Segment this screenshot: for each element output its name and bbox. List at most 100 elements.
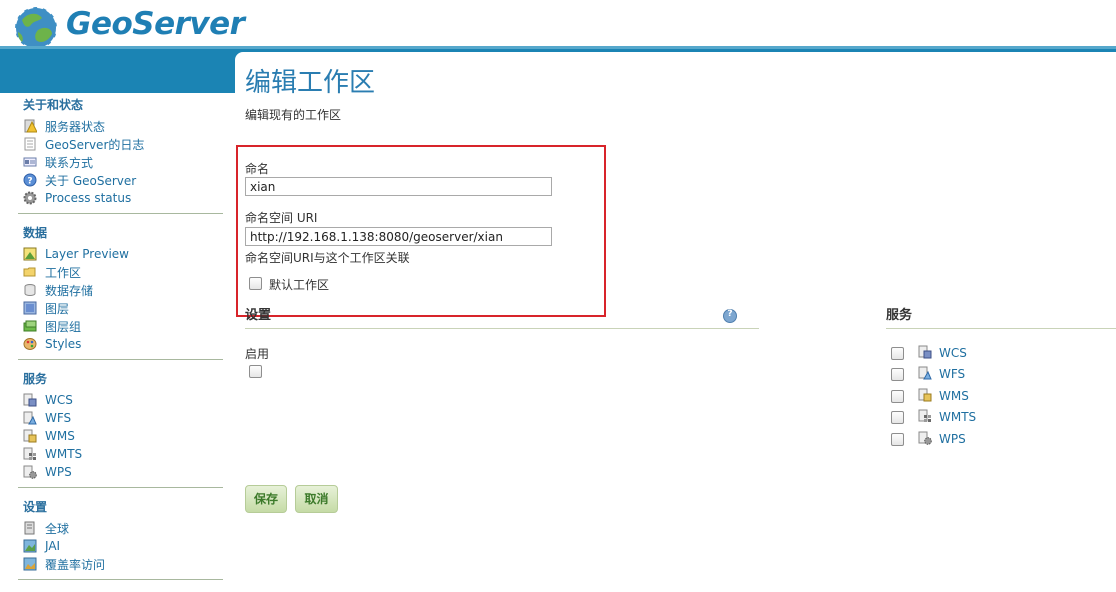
about-icon: ? [23,173,37,187]
sidebar-item-label: 联系方式 [45,155,94,170]
default-workspace-label: 默认工作区 [269,278,330,292]
service-label[interactable]: WFS [939,367,965,381]
sidebar: 关于和状态 服务器状态 GeoServer的日志 联系方式 ? 关于 GeoSe… [18,96,223,590]
wps-icon [918,431,932,445]
name-input[interactable] [245,177,552,196]
uri-help-text: 命名空间URI与这个工作区关联 [245,251,410,265]
contact-icon [23,155,37,169]
services-section-title: 服务 [886,308,1116,329]
wfs-icon [23,411,37,425]
sidebar-item-label: WMTS [45,447,83,461]
service-label[interactable]: WPS [939,432,966,446]
wms-icon [918,388,932,402]
sidebar-item-layer-preview[interactable]: Layer Preview [23,245,223,263]
service-checkbox-wmts[interactable] [891,411,904,424]
sidebar-section-about: 关于和状态 服务器状态 GeoServer的日志 联系方式 ? 关于 GeoSe… [18,96,223,214]
sidebar-item-stores[interactable]: 数据存储 [23,281,223,299]
sidebar-section-services: 服务 WCS WFS WMS WMTS WPS [18,370,223,488]
service-label[interactable]: WMS [939,389,969,403]
sidebar-item-wps[interactable]: WPS [23,463,223,481]
sidebar-section-title: 服务 [23,372,48,386]
sidebar-section-data: 数据 Layer Preview 工作区 数据存储 图层 图层组 Styles [18,224,223,360]
sidebar-section-settings: 设置 全球 JAI 覆盖率访问 [18,498,223,580]
sidebar-item-label: 图层组 [45,319,82,334]
service-row-wps: WPS [891,431,1011,447]
sidebar-item-label: 覆盖率访问 [45,557,106,572]
sidebar-section-title: 设置 [23,500,48,514]
sidebar-section-title: 关于和状态 [23,98,84,112]
settings-section-title-text: 设置 [245,308,272,323]
sidebar-item-label: 图层 [45,301,70,316]
coverage-access-icon [23,557,37,571]
default-workspace-checkbox[interactable] [249,277,262,290]
sidebar-item-label: WCS [45,393,73,407]
sidebar-item-label: JAI [45,539,61,553]
service-checkbox-wfs[interactable] [891,368,904,381]
wmts-icon [23,447,37,461]
sidebar-item-label: Layer Preview [45,247,129,261]
sidebar-item-contact[interactable]: 联系方式 [23,153,223,171]
svg-text:?: ? [27,177,32,187]
sidebar-item-global[interactable]: 全球 [23,519,223,537]
wps-icon [23,465,37,479]
database-icon [23,283,37,297]
sidebar-item-label: WFS [45,411,72,425]
sidebar-section-title: 数据 [23,226,48,240]
sidebar-item-workspaces[interactable]: 工作区 [23,263,223,281]
wcs-icon [23,393,37,407]
uri-input[interactable] [245,227,552,246]
sidebar-item-log[interactable]: GeoServer的日志 [23,135,223,153]
server-status-icon [23,119,37,133]
logo-text[interactable]: GeoServer [66,6,245,42]
name-label: 命名 [245,162,270,176]
sidebar-item-label: 服务器状态 [45,119,106,134]
sidebar-item-label: Styles [45,337,82,351]
geoserver-logo-icon[interactable] [12,4,60,52]
service-row-wmts: WMTS [891,409,1011,425]
sidebar-item-wcs[interactable]: WCS [23,391,223,409]
wms-icon [23,429,37,443]
sidebar-item-label: 工作区 [45,265,82,280]
global-settings-icon [23,521,37,535]
service-label[interactable]: WCS [939,346,967,360]
sidebar-item-wms[interactable]: WMS [23,427,223,445]
layer-icon [23,301,37,315]
sidebar-item-label: WPS [45,465,72,479]
sidebar-item-layers[interactable]: 图层 [23,299,223,317]
log-icon [23,137,37,151]
save-button[interactable]: 保存 [245,485,287,513]
sidebar-item-wfs[interactable]: WFS [23,409,223,427]
service-row-wms: WMS [891,388,1011,404]
service-checkbox-wms[interactable] [891,390,904,403]
service-label[interactable]: WMTS [939,410,976,424]
layer-preview-icon [23,247,37,261]
gear-icon [23,191,37,205]
service-checkbox-wcs[interactable] [891,347,904,360]
sidebar-item-label: 全球 [45,521,70,536]
services-section-title-text: 服务 [886,308,913,323]
sidebar-item-styles[interactable]: Styles [23,335,223,353]
help-icon[interactable]: ? [723,309,737,323]
service-row-wcs: WCS [891,345,1011,361]
sidebar-item-layer-groups[interactable]: 图层组 [23,317,223,335]
enabled-checkbox[interactable] [249,365,262,378]
sidebar-item-label: GeoServer的日志 [45,137,145,152]
wmts-icon [918,409,932,423]
sidebar-item-label: Process status [45,191,132,205]
sidebar-item-about[interactable]: ? 关于 GeoServer [23,171,223,189]
settings-section-title: 设置 [245,308,759,329]
page-title: 编辑工作区 [245,68,376,98]
service-checkbox-wps[interactable] [891,433,904,446]
sidebar-item-process-status[interactable]: Process status [23,189,223,207]
sidebar-item-label: WMS [45,429,75,443]
sidebar-item-label: 关于 GeoServer [45,173,137,188]
sidebar-item-jai[interactable]: JAI [23,537,223,555]
page-description: 编辑现有的工作区 [245,108,342,122]
sidebar-item-coverage-access[interactable]: 覆盖率访问 [23,555,223,573]
jai-icon [23,539,37,553]
service-row-wfs: WFS [891,366,1011,382]
cancel-button[interactable]: 取消 [295,485,338,513]
sidebar-item-wmts[interactable]: WMTS [23,445,223,463]
uri-label: 命名空间 URI [245,211,318,225]
sidebar-item-server-status[interactable]: 服务器状态 [23,117,223,135]
